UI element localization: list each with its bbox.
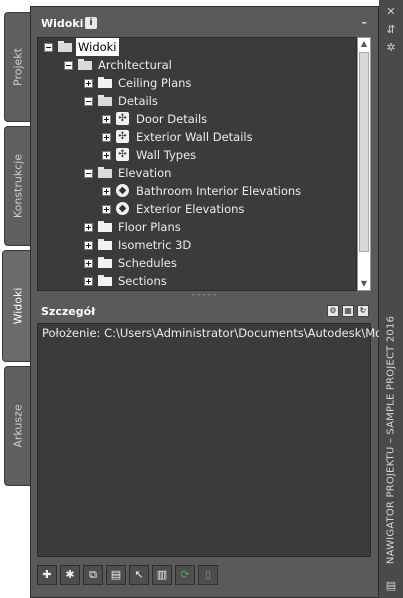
elevation-view-icon: ◆	[116, 202, 129, 215]
tree-row-details[interactable]: − Details	[38, 92, 356, 110]
expand-toggle[interactable]: +	[84, 259, 93, 268]
scroll-up-icon[interactable]: ▲	[358, 38, 370, 50]
preview-icon[interactable]: ▦	[342, 305, 354, 317]
expand-toggle[interactable]: +	[102, 205, 111, 214]
tree-row-exterior-elevations[interactable]: + ◆ Exterior Elevations	[38, 200, 356, 218]
tree-row-elevation[interactable]: − Elevation	[38, 164, 356, 182]
detail-content: Położenie: C:\Users\Administrator\Docume…	[37, 323, 392, 557]
tree-row-widoki[interactable]: − Widoki	[38, 38, 356, 56]
scroll-down-icon[interactable]: ▼	[358, 278, 370, 290]
new-view-label-icon[interactable]: ✱	[60, 565, 80, 585]
palette-body: Widoki i – − Widoki − Architectural + Ce…	[30, 6, 392, 598]
new-view-icon[interactable]: ✚	[37, 565, 57, 585]
project-navigator-palette: Projekt Konstrukcje Widoki Arkusze Widok…	[0, 0, 403, 598]
delete-icon[interactable]: ▯	[198, 565, 218, 585]
collapse-toggle[interactable]: −	[44, 43, 53, 52]
folder-icon	[98, 77, 112, 88]
tree-label: Door Details	[136, 112, 208, 126]
folder-icon	[98, 257, 112, 268]
tab-projekt[interactable]: Projekt	[4, 12, 30, 122]
tree-row-schedules[interactable]: + Schedules	[38, 254, 356, 272]
tab-label: Widoki	[11, 287, 24, 325]
tree-label: Exterior Elevations	[136, 202, 245, 216]
select-view-icon[interactable]: ↖	[129, 565, 149, 585]
collapse-views-button[interactable]: –	[362, 16, 368, 29]
palette-title-bar[interactable]: ✕ ⇵ ✲ NAWIGATOR PROJEKTU – SAMPLE PROJEC…	[379, 0, 403, 598]
place-view-icon[interactable]: ▤	[106, 565, 126, 585]
detail-view-icon: ✣	[116, 148, 129, 161]
detail-view-icon: ✣	[116, 112, 129, 125]
refresh-icon[interactable]: ⟳	[175, 565, 195, 585]
tree-row-door-details[interactable]: + ✣ Door Details	[38, 110, 356, 128]
detail-view-icon: ✣	[116, 130, 129, 143]
tab-label: Konstrukcje	[11, 153, 24, 219]
tree-label: Schedules	[118, 256, 177, 270]
tab-label: Arkusze	[11, 404, 24, 448]
tree-scrollbar[interactable]: ▲ ▼	[357, 37, 371, 291]
tree-row-bathroom-interior-elevations[interactable]: + ◆ Bathroom Interior Elevations	[38, 182, 356, 200]
folder-icon	[98, 275, 112, 286]
expand-toggle[interactable]: +	[102, 133, 111, 142]
folder-icon	[98, 221, 112, 232]
expand-toggle[interactable]: +	[102, 187, 111, 196]
tree-row-wall-types[interactable]: + ✣ Wall Types	[38, 146, 356, 164]
folder-open-icon	[98, 167, 112, 178]
tab-label: Projekt	[11, 48, 24, 86]
panel-splitter[interactable]: • • • • •	[37, 293, 371, 299]
collapse-toggle[interactable]: −	[84, 169, 93, 178]
views-tree[interactable]: − Widoki − Architectural + Ceiling Plans…	[37, 37, 357, 291]
folder-open-icon	[98, 95, 112, 106]
palette-title: NAWIGATOR PROJEKTU – SAMPLE PROJECT 2016	[385, 315, 397, 565]
tree-label: Details	[118, 94, 158, 108]
open-view-icon[interactable]: ⧉	[83, 565, 103, 585]
tree-row-exterior-wall-details[interactable]: + ✣ Exterior Wall Details	[38, 128, 356, 146]
tree-label: Exterior Wall Details	[136, 130, 253, 144]
tree-row-ceiling-plans[interactable]: + Ceiling Plans	[38, 74, 356, 92]
tree-label: Sections	[118, 274, 167, 288]
palette-menu-icon[interactable]: ▤	[385, 580, 397, 592]
expand-toggle[interactable]: +	[84, 277, 93, 286]
info-icon[interactable]: i	[85, 17, 97, 29]
expand-toggle[interactable]: +	[84, 79, 93, 88]
tree-label: Isometric 3D	[118, 238, 192, 252]
expand-toggle[interactable]: +	[84, 241, 93, 250]
expand-toggle[interactable]: +	[102, 115, 111, 124]
collapse-detail-button[interactable]: –	[362, 304, 368, 317]
properties-gear-icon[interactable]: ✲	[385, 42, 397, 54]
tree-row-sections[interactable]: + Sections	[38, 272, 356, 290]
expand-toggle[interactable]: +	[84, 223, 93, 232]
scrollbar-thumb[interactable]	[359, 52, 369, 252]
tab-arkusze[interactable]: Arkusze	[4, 366, 30, 486]
folder-open-icon	[58, 41, 72, 52]
folder-icon	[98, 239, 112, 250]
views-panel-header: Widoki i –	[37, 15, 371, 33]
tree-label: Floor Plans	[118, 220, 181, 234]
views-panel-title: Widoki	[41, 17, 84, 30]
collapse-toggle[interactable]: −	[64, 61, 73, 70]
tab-widoki[interactable]: Widoki	[2, 250, 32, 362]
collapse-toggle[interactable]: −	[84, 97, 93, 106]
view-list-icon[interactable]: ▥	[152, 565, 172, 585]
tree-label: Wall Types	[136, 148, 197, 162]
location-path: Położenie: C:\Users\Administrator\Docume…	[42, 326, 393, 340]
tree-label: Ceiling Plans	[118, 76, 192, 90]
close-icon[interactable]: ✕	[385, 6, 397, 18]
tree-label: Elevation	[118, 166, 172, 180]
properties-icon[interactable]: ⚙	[327, 305, 339, 317]
tree-row-isometric-3d[interactable]: + Isometric 3D	[38, 236, 356, 254]
tree-row-floor-plans[interactable]: + Floor Plans	[38, 218, 356, 236]
elevation-view-icon: ◆	[116, 184, 129, 197]
tree-label: Bathroom Interior Elevations	[136, 184, 302, 198]
tab-konstrukcje[interactable]: Konstrukcje	[4, 126, 30, 246]
detail-panel-header: Szczegół ⚙ ▦ ↻ –	[37, 303, 371, 321]
tree-label: Architectural	[98, 58, 172, 72]
detail-panel-title: Szczegół	[41, 305, 96, 318]
folder-open-icon	[78, 59, 92, 70]
pin-icon[interactable]: ⇵	[385, 24, 397, 36]
expand-toggle[interactable]: +	[102, 151, 111, 160]
tree-label: Widoki	[76, 38, 119, 56]
tree-row-architectural[interactable]: − Architectural	[38, 56, 356, 74]
